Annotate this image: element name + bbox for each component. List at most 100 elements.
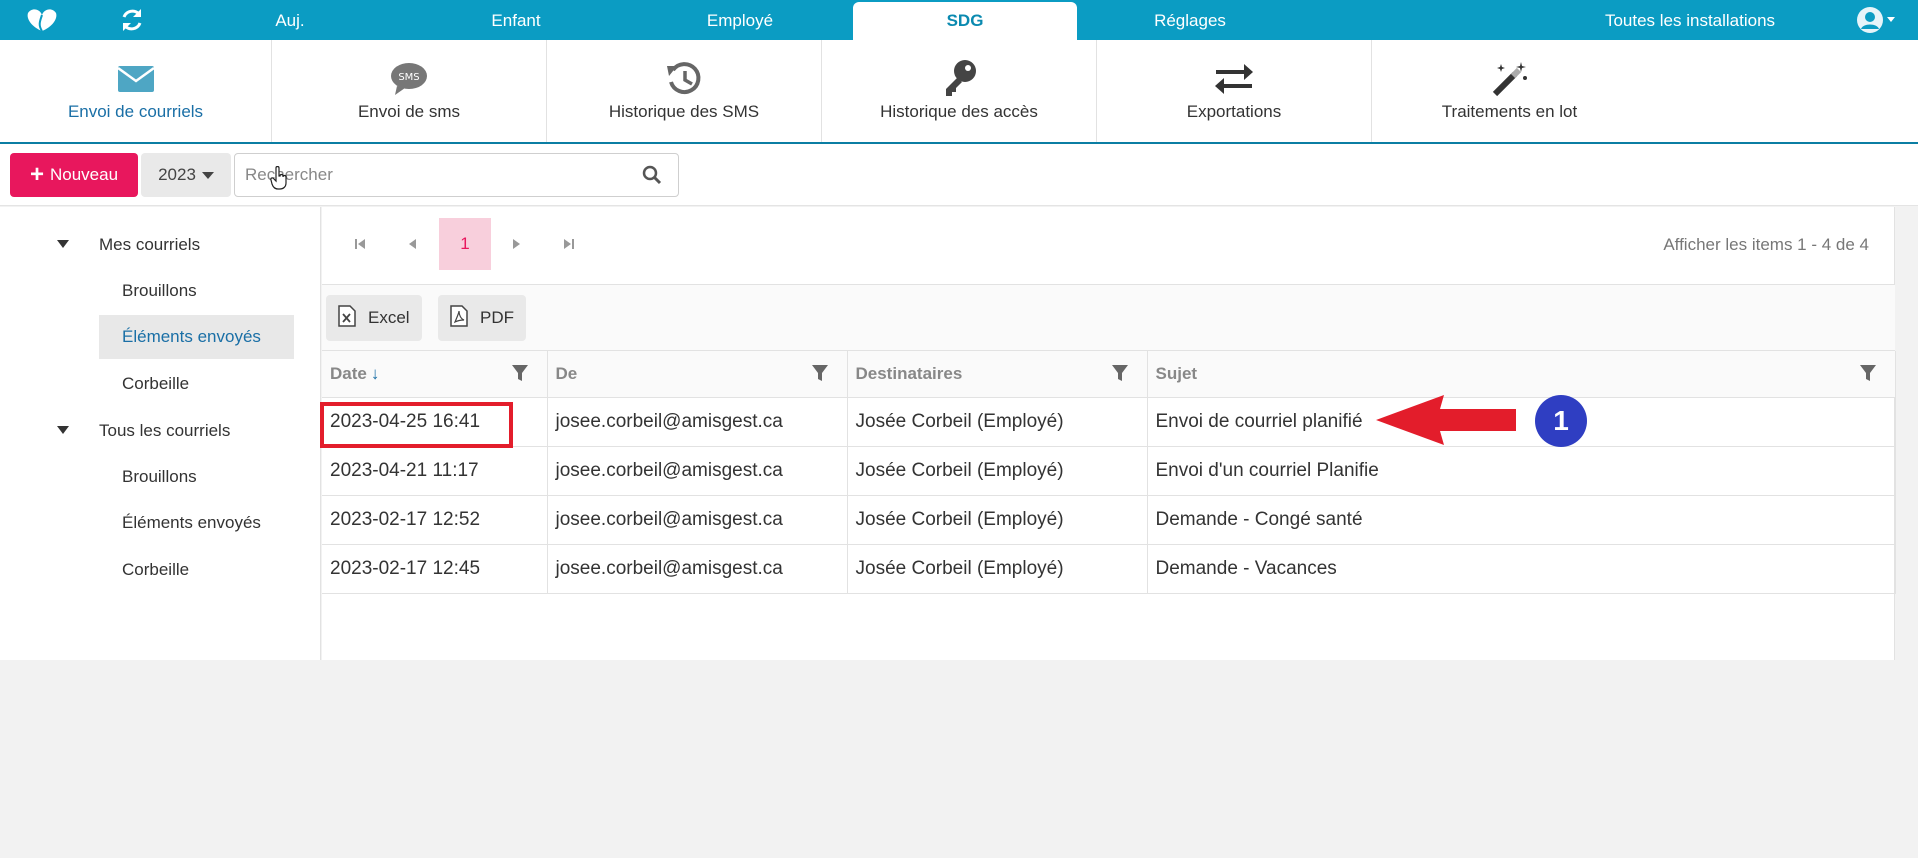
tab-reglages[interactable]: Réglages [1130,0,1250,40]
user-avatar-icon[interactable] [1854,6,1898,34]
column-title: Sujet [1155,363,1198,383]
new-button[interactable]: + Nouveau [10,153,138,197]
first-page-icon[interactable] [334,218,386,270]
filter-icon[interactable] [1111,364,1129,387]
table-row[interactable]: 2023-04-25 16:41 josee.corbeil@amisgest.… [322,397,1896,447]
pager: 1 Afficher les items 1 - 4 de 4 [322,207,1895,285]
top-navigation-bar: Auj. Enfant Employé SDG Réglages Toutes … [0,0,1918,40]
cell-from: josee.corbeil@amisgest.ca [547,495,848,545]
toolbar-label: Envoi de sms [357,102,461,121]
next-page-icon[interactable] [491,218,543,270]
search-input[interactable] [245,154,625,196]
table-row[interactable]: 2023-02-17 12:45 josee.corbeil@amisgest.… [322,544,1896,594]
column-title: De [555,363,578,383]
magic-wand-icon [1372,58,1647,100]
cell-from: josee.corbeil@amisgest.ca [547,397,848,447]
step-badge: 1 [1535,395,1587,447]
installations-selector[interactable]: Toutes les installations [1580,0,1800,40]
table-row[interactable]: 2023-04-21 11:17 josee.corbeil@amisgest.… [322,446,1896,496]
previous-page-icon[interactable] [386,218,438,270]
column-header-sujet[interactable]: Sujet [1147,351,1896,398]
year-value: 2023 [158,165,196,184]
filter-icon[interactable] [511,364,529,387]
red-arrow-icon [1376,394,1518,451]
toolbar-envoi-sms[interactable]: SMS Envoi de sms [272,40,547,142]
table-header-row: Date ↓ De Destinataires Sujet [322,351,1896,398]
tree-group-label: Tous les courriels [99,421,231,440]
cell-subject: Envoi de courriel planifié [1147,397,1896,447]
folder-tree: Mes courriels Brouillons Éléments envoyé… [0,207,321,660]
hand-cursor-icon [270,165,288,195]
tree-item-elements-envoyes[interactable]: Éléments envoyés [99,501,294,545]
toolbar-envoi-courriels[interactable]: Envoi de courriels [0,40,272,142]
current-page-button[interactable]: 1 [439,218,491,270]
tree-item-corbeille[interactable]: Corbeille [99,548,294,592]
exchange-icon [1097,58,1371,100]
filter-icon[interactable] [811,364,829,387]
cell-date: 2023-02-17 12:52 [322,495,548,545]
new-button-label: Nouveau [49,165,119,184]
toolbar-label: Historique des accès [880,102,1038,121]
cell-to: Josée Corbeil (Employé) [847,544,1148,594]
export-excel-button[interactable]: Excel [326,295,422,341]
expand-triangle-icon[interactable] [57,426,69,434]
export-toolbar: Excel PDF [322,285,1895,351]
filter-icon[interactable] [1859,364,1877,387]
highlight-box [320,402,513,448]
sort-down-arrow-icon: ↓ [370,363,380,383]
tab-employe[interactable]: Employé [690,0,790,40]
key-icon [822,58,1096,100]
cell-date: 2023-04-21 11:17 [322,446,548,496]
last-page-icon[interactable] [543,218,595,270]
email-table: Date ↓ De Destinataires Sujet 2023-04-25… [322,351,1896,594]
search-box [234,153,679,197]
cell-to: Josée Corbeil (Employé) [847,446,1148,496]
cell-from: josee.corbeil@amisgest.ca [547,544,848,594]
column-title: Date [330,363,367,383]
cell-to: Josée Corbeil (Employé) [847,495,1148,545]
sms-icon: SMS [272,58,546,100]
envelope-icon [0,58,271,100]
tab-sdg[interactable]: SDG [853,2,1077,40]
email-grid-panel: 1 Afficher les items 1 - 4 de 4 Excel PD… [322,207,1896,660]
plus-icon: + [29,161,44,188]
tree-item-brouillons[interactable]: Brouillons [99,455,294,499]
cell-subject: Demande - Congé santé [1147,495,1896,545]
toolbar-label: Traitements en lot [1441,102,1578,121]
tree-group-mes-courriels[interactable]: Mes courriels [57,235,201,255]
svg-text:SMS: SMS [398,72,419,83]
cell-date: 2023-02-17 12:45 [322,544,548,594]
caret-down-icon [201,171,214,179]
tree-item-brouillons[interactable]: Brouillons [99,269,294,313]
tab-enfant[interactable]: Enfant [466,0,566,40]
excel-label: Excel [368,308,410,327]
toolbar-label: Envoi de courriels [67,102,204,121]
excel-file-icon [338,304,356,332]
search-icon[interactable] [642,165,662,190]
cell-subject: Envoi d'un courriel Planifie [1147,446,1896,496]
table-row[interactable]: 2023-02-17 12:52 josee.corbeil@amisgest.… [322,495,1896,545]
toolbar-historique-acces[interactable]: Historique des accès [822,40,1097,142]
toolbar-traitements-lot[interactable]: Traitements en lot [1372,40,1647,142]
cell-to: Josée Corbeil (Employé) [847,397,1148,447]
logo-icon[interactable] [24,6,60,34]
column-header-destinataires[interactable]: Destinataires [847,351,1148,398]
pager-info: Afficher les items 1 - 4 de 4 [1663,235,1869,254]
toolbar-historique-sms[interactable]: Historique des SMS [547,40,822,142]
tab-auj[interactable]: Auj. [240,0,340,40]
export-pdf-button[interactable]: PDF [438,295,526,341]
year-dropdown[interactable]: 2023 [141,153,231,197]
history-icon [547,58,821,100]
refresh-icon[interactable] [118,6,146,34]
toolbar-exportations[interactable]: Exportations [1097,40,1372,142]
module-toolbar: Envoi de courriels SMS Envoi de sms Hist… [0,40,1918,144]
tree-group-label: Mes courriels [99,235,201,254]
column-header-de[interactable]: De [547,351,848,398]
column-header-date[interactable]: Date ↓ [322,351,548,398]
expand-triangle-icon[interactable] [57,240,69,248]
tree-item-corbeille[interactable]: Corbeille [99,362,294,406]
tree-group-tous-courriels[interactable]: Tous les courriels [57,421,231,441]
toolbar-label: Exportations [1186,102,1282,121]
cell-from: josee.corbeil@amisgest.ca [547,446,848,496]
tree-item-elements-envoyes[interactable]: Éléments envoyés [99,315,294,359]
